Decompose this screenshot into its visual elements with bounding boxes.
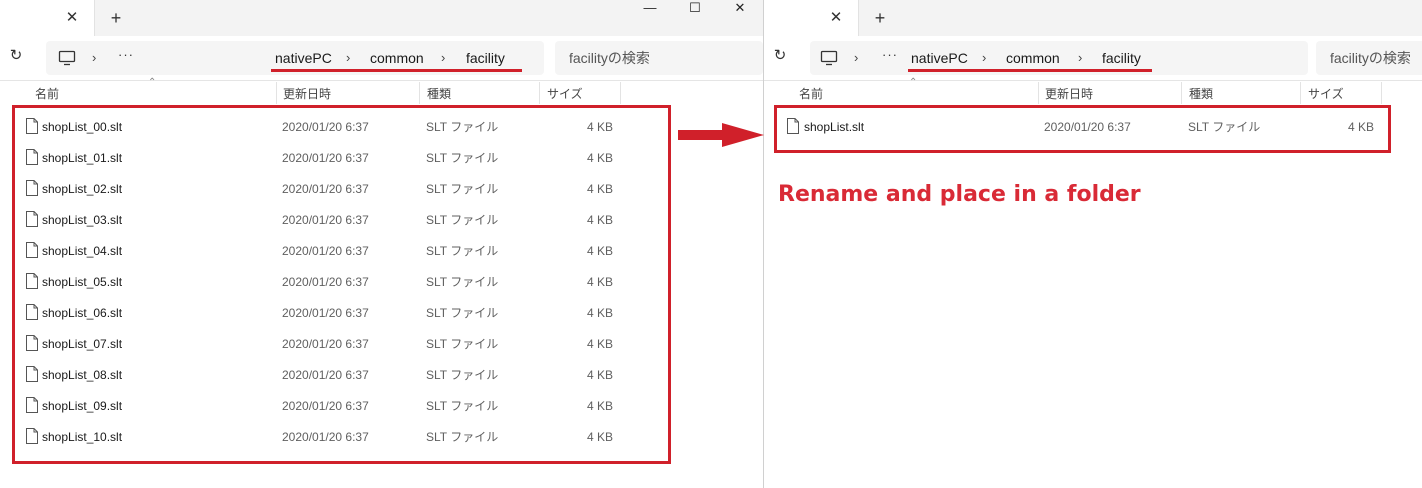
search-input[interactable]: facilityの検索	[555, 41, 763, 75]
explorer-window-right: ✕ + ↻ › ··· nativePC › common › facility…	[764, 0, 1422, 488]
computer-icon[interactable]	[58, 49, 76, 67]
tab-strip: ✕ +	[764, 0, 1422, 36]
breadcrumb-item[interactable]: nativePC	[275, 50, 332, 66]
breadcrumb-item[interactable]: common	[370, 50, 424, 66]
chevron-right-icon: ›	[346, 50, 351, 65]
close-icon[interactable]: ✕	[826, 8, 846, 28]
column-divider[interactable]	[276, 82, 277, 104]
address-bar: ↻ › ··· nativePC › common › facility fac…	[764, 36, 1422, 81]
file-highlight-box	[774, 105, 1391, 153]
column-header: 名前 ⌃ 更新日時 種類 サイズ	[0, 77, 763, 106]
tab-strip: ✕ + — ☐ ✕	[0, 0, 763, 36]
column-divider[interactable]	[1300, 82, 1301, 104]
refresh-icon[interactable]: ↻	[770, 46, 790, 66]
column-size[interactable]: サイズ	[1308, 87, 1344, 101]
column-modified[interactable]: 更新日時	[1045, 87, 1093, 101]
more-icon[interactable]: ···	[882, 47, 898, 63]
search-placeholder: facilityの検索	[1330, 50, 1411, 66]
column-modified[interactable]: 更新日時	[283, 87, 331, 101]
column-type[interactable]: 種類	[427, 87, 451, 101]
search-input[interactable]: facilityの検索	[1316, 41, 1422, 75]
column-type[interactable]: 種類	[1189, 87, 1213, 101]
breadcrumb-item[interactable]: facility	[466, 50, 505, 66]
column-header: 名前 ⌃ 更新日時 種類 サイズ	[764, 77, 1422, 106]
breadcrumb-item[interactable]: nativePC	[911, 50, 968, 66]
address-bar: ↻ › ··· nativePC › common › facility fac…	[0, 36, 763, 81]
chevron-right-icon: ›	[982, 50, 987, 65]
column-divider[interactable]	[620, 82, 621, 104]
arrow-right-icon	[678, 123, 764, 147]
breadcrumb-item[interactable]: common	[1006, 50, 1060, 66]
column-divider[interactable]	[419, 82, 420, 104]
chevron-right-icon[interactable]: ›	[854, 50, 858, 66]
column-name[interactable]: 名前	[799, 87, 823, 101]
tab-active[interactable]: ✕	[764, 0, 859, 36]
annotation-text: Rename and place in a folder	[778, 182, 1141, 207]
files-highlight-box	[12, 105, 671, 464]
plus-icon[interactable]: +	[869, 7, 891, 29]
maximize-button[interactable]: ☐	[675, 0, 715, 18]
column-size[interactable]: サイズ	[547, 87, 583, 101]
breadcrumb-highlight	[271, 69, 522, 72]
chevron-right-icon[interactable]: ›	[92, 50, 96, 66]
sort-up-icon: ⌃	[909, 77, 918, 88]
chevron-right-icon: ›	[441, 50, 446, 65]
breadcrumb-item[interactable]: facility	[1102, 50, 1141, 66]
refresh-icon[interactable]: ↻	[6, 46, 26, 66]
breadcrumb-highlight	[908, 69, 1152, 72]
minimize-button[interactable]: —	[630, 0, 670, 18]
column-divider[interactable]	[1381, 82, 1382, 104]
column-divider[interactable]	[539, 82, 540, 104]
computer-icon[interactable]	[820, 49, 838, 67]
close-icon[interactable]: ✕	[62, 8, 82, 28]
more-icon[interactable]: ···	[118, 47, 134, 63]
search-placeholder: facilityの検索	[569, 50, 650, 66]
chevron-right-icon: ›	[1078, 50, 1083, 65]
tab-active[interactable]: ✕	[0, 0, 95, 36]
plus-icon[interactable]: +	[105, 7, 127, 29]
sort-up-icon: ⌃	[148, 77, 157, 88]
column-divider[interactable]	[1181, 82, 1182, 104]
close-window-button[interactable]: ✕	[720, 0, 760, 18]
column-name[interactable]: 名前	[35, 87, 59, 101]
explorer-window-left: ✕ + — ☐ ✕ ↻ › ··· nativePC › common › fa…	[0, 0, 763, 488]
column-divider[interactable]	[1038, 82, 1039, 104]
